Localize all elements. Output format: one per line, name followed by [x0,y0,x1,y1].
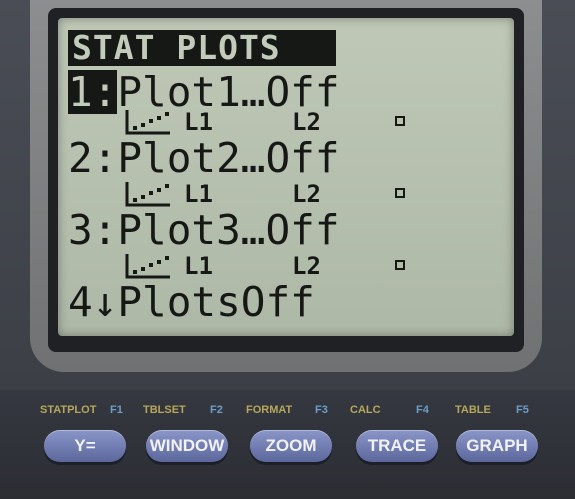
f5-label: F5 [516,404,529,416]
menu-item-number: 2: [68,134,118,182]
menu-item-plots-off[interactable]: 4↓PlotsOff [68,280,315,324]
zoom-key[interactable]: ZOOM [250,430,332,462]
menu-item-number: 1: [68,68,118,116]
square-mark-icon [395,188,405,198]
menu-item-plot3[interactable]: 3:Plot3…Off [68,208,340,252]
window-key[interactable]: WINDOW [146,430,228,462]
f1-label: F1 [110,404,123,416]
xlist-label: L1 [184,252,213,280]
table-second-label: TABLE [455,404,491,416]
menu-item-label: Plot3…Off [117,206,340,254]
stat-plots-title: STAT PLOTS [68,30,336,66]
graph-key[interactable]: GRAPH [456,430,538,462]
menu-item-number: 4 [68,278,93,326]
xlist-label: L1 [184,108,213,136]
square-mark-icon [395,260,405,270]
scatter-plot-icon [125,254,170,279]
format-second-label: FORMAT [246,404,293,416]
trace-key[interactable]: TRACE [356,430,438,462]
calc-second-label: CALC [350,404,381,416]
scatter-plot-icon [125,110,170,135]
ylist-label: L2 [292,180,321,208]
xlist-label: L1 [184,180,213,208]
f2-label: F2 [210,404,223,416]
f4-label: F4 [416,404,429,416]
square-mark-icon [395,116,405,126]
ylist-label: L2 [292,108,321,136]
menu-item-plot2[interactable]: 2:Plot2…Off [68,136,340,180]
ylist-label: L2 [292,252,321,280]
menu-item-label: Plot2…Off [117,134,340,182]
f3-label: F3 [315,404,328,416]
scatter-plot-icon [125,182,170,207]
menu-item-label: PlotsOff [117,278,315,326]
tblset-second-label: TBLSET [143,404,186,416]
statplot-second-label: STATPLOT [40,404,97,416]
down-arrow-icon: ↓ [92,278,118,326]
y-equals-key[interactable]: Y= [44,430,126,462]
menu-item-number: 3: [68,206,118,254]
